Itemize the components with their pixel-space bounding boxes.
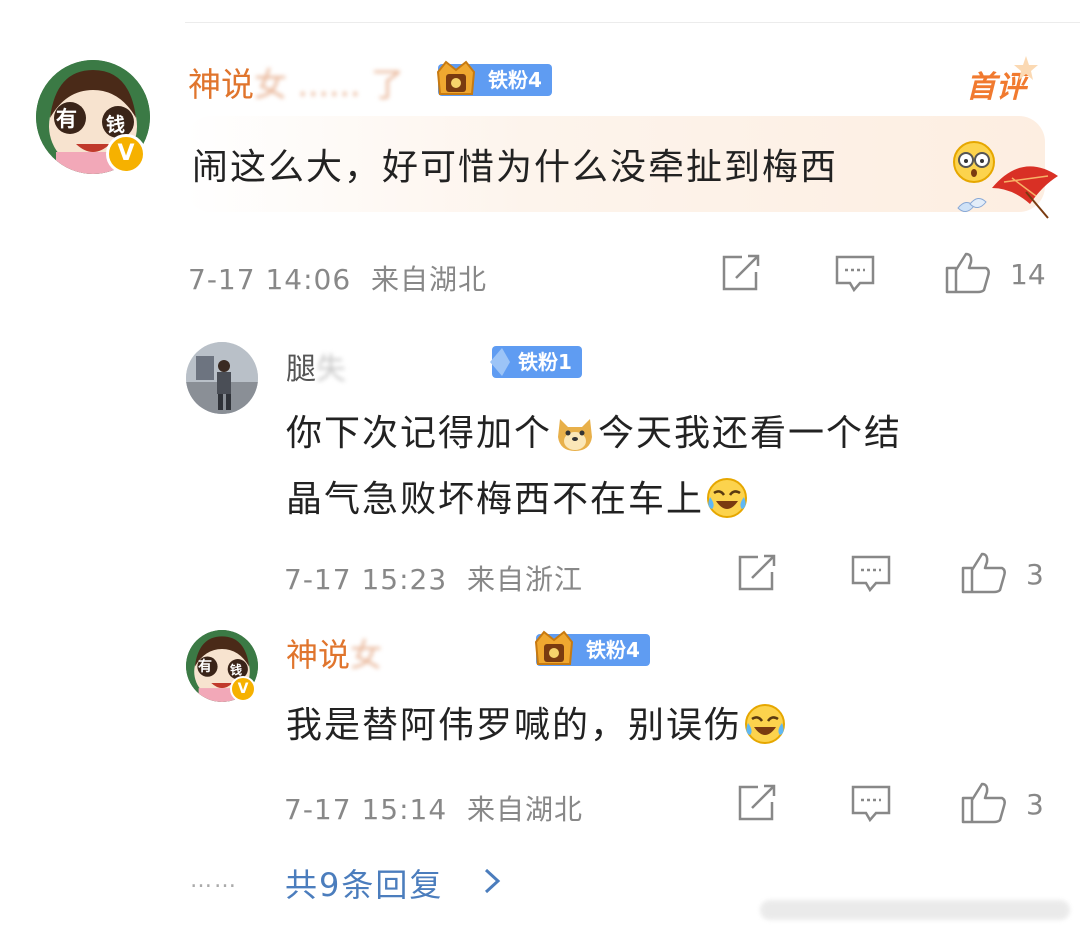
laugh-cry-emoji-icon — [707, 478, 748, 518]
fan-badge-icon — [490, 348, 510, 376]
comment-icon[interactable] — [850, 784, 892, 824]
like-count: 3 — [1026, 558, 1044, 591]
top-divider — [185, 22, 1080, 23]
avatar[interactable] — [186, 342, 258, 414]
fan-badge[interactable]: 铁粉4 — [534, 630, 650, 666]
verified-icon: V — [106, 134, 146, 174]
timestamp: 7-17 15:14 — [284, 793, 448, 826]
share-icon[interactable] — [720, 254, 762, 292]
share-icon[interactable] — [736, 554, 778, 592]
avatar-label-left: 有 — [198, 659, 212, 675]
person-photo-icon — [186, 342, 258, 414]
timestamp: 7-17 14:06 — [188, 263, 352, 296]
fan-badge[interactable]: 铁粉1 — [490, 346, 582, 378]
comment-icon[interactable] — [850, 554, 892, 594]
like-icon[interactable] — [944, 250, 992, 294]
comment-text-line1: 你下次记得加个 今天我还看一个结 — [286, 413, 903, 454]
avatar-label-right: 钱 — [106, 114, 126, 136]
like-count: 14 — [1010, 258, 1046, 291]
username[interactable]: 腿失 — [286, 344, 346, 388]
star-decoration-icon — [1014, 56, 1038, 80]
location: 来自湖北 — [371, 263, 488, 296]
username[interactable]: 神说女 — [286, 630, 382, 676]
umbrella-decoration-icon — [957, 166, 1058, 219]
comment-text-line2: 晶气急败坏梅西不在车上 — [286, 470, 748, 522]
crown-icon — [436, 60, 476, 95]
dots-separator: …… — [190, 868, 238, 893]
watermark — [760, 900, 1070, 920]
comment-icon[interactable] — [834, 254, 876, 294]
comment-meta: 7-17 15:14 来自湖北 — [284, 788, 583, 828]
like-icon[interactable] — [960, 780, 1008, 824]
doge-emoji-icon — [558, 419, 593, 451]
crown-icon — [534, 630, 574, 665]
avatar-label-left: 有 — [56, 107, 77, 131]
more-replies-link[interactable]: 共9条回复 — [285, 860, 443, 906]
fan-badge[interactable]: 铁粉4 — [436, 60, 552, 96]
comment-meta: 7-17 15:23 来自浙江 — [284, 558, 583, 598]
laugh-cry-emoji-icon — [745, 704, 786, 744]
timestamp: 7-17 15:23 — [284, 563, 448, 596]
like-count: 3 — [1026, 788, 1044, 821]
verified-icon: V — [230, 676, 256, 702]
username[interactable]: 神说女 ...... 了 — [188, 58, 404, 106]
comment-text: 我是替阿伟罗喊的，别误伤 — [286, 696, 786, 748]
location: 来自浙江 — [467, 563, 584, 596]
comment-text: 闹这么大，好可惜为什么没牵扯到梅西 — [192, 147, 839, 188]
share-icon[interactable] — [736, 784, 778, 822]
like-icon[interactable] — [960, 550, 1008, 594]
comment-meta: 7-17 14:06 来自湖北 — [188, 258, 487, 298]
chevron-right-icon[interactable] — [482, 864, 502, 898]
location: 来自湖北 — [467, 793, 584, 826]
